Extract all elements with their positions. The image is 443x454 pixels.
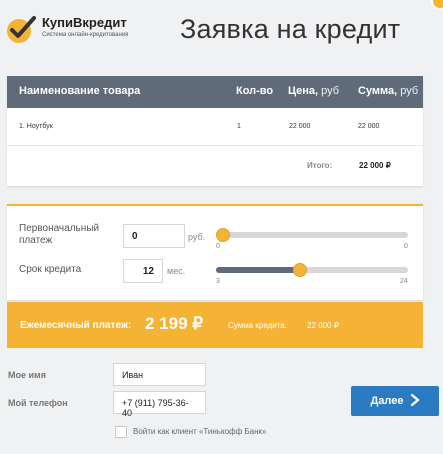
credit-sum-value: 22 000 ₽ xyxy=(307,321,339,330)
term-label: Срок кредита xyxy=(19,264,82,275)
term-max: 24 xyxy=(400,278,408,285)
name-label: Мое имя xyxy=(8,370,46,380)
column-sum: Сумма, xyxy=(358,85,398,97)
down-payment-slider[interactable] xyxy=(216,232,408,238)
row-price: 22 000 xyxy=(289,123,311,130)
brand-name: КупиВкредит xyxy=(42,15,127,30)
total-value: 22 000 ₽ xyxy=(359,161,391,170)
table-header: Наименование товара Кол-во Цена, руб Сум… xyxy=(7,76,423,108)
payment-summary: Ежемесячный платеж: 2 199 ₽ Сумма кредит… xyxy=(7,302,423,348)
column-price: Цена, xyxy=(288,85,319,97)
column-price-unit: руб xyxy=(321,85,340,97)
monthly-payment-value: 2 199 ₽ xyxy=(145,314,204,333)
credit-calculator: Первоначальный платеж 0 руб. 0 0 Срок кр… xyxy=(7,204,423,300)
phone-input[interactable]: +7 (911) 795-36-40 xyxy=(113,391,206,418)
phone-label: Мой телефон xyxy=(8,398,68,408)
chevron-right-icon xyxy=(410,393,420,409)
down-payment-slider-thumb[interactable] xyxy=(216,228,230,242)
corner-badge-icon[interactable] xyxy=(431,0,443,10)
name-input[interactable]: Иван xyxy=(113,363,206,386)
row-qty: 1 xyxy=(237,123,241,130)
brand-tagline: Система онлайн-кредитования xyxy=(42,32,129,38)
logo[interactable]: КупиВкредит Система онлайн-кредитования xyxy=(4,12,128,46)
monthly-payment-label: Ежемесячный платеж: xyxy=(20,320,132,331)
term-input[interactable]: 12 xyxy=(123,259,163,283)
term-min: 3 xyxy=(216,278,220,285)
term-slider-thumb[interactable] xyxy=(292,263,307,277)
page-title: Заявка на кредит xyxy=(180,14,401,44)
next-button[interactable]: Далее xyxy=(351,386,439,416)
column-qty: Кол-во xyxy=(236,85,274,97)
row-product-name: 1. Ноутбук xyxy=(19,123,53,130)
term-slider-fill xyxy=(216,267,300,273)
column-product: Наименование товара xyxy=(19,85,141,97)
order-table: Наименование товара Кол-во Цена, руб Сум… xyxy=(7,76,423,186)
down-payment-input[interactable]: 0 xyxy=(123,224,185,248)
down-payment-max: 0 xyxy=(404,243,408,250)
table-row: 1. Ноутбук 1 22 000 22 000 xyxy=(7,108,423,146)
total-row: Итого: 22 000 ₽ xyxy=(7,154,423,180)
column-sum-unit: руб xyxy=(400,85,419,97)
down-payment-label: Первоначальный платеж xyxy=(19,223,100,246)
down-payment-min: 0 xyxy=(216,243,220,250)
credit-sum-label: Сумма кредита: xyxy=(228,321,287,330)
total-label: Итого: xyxy=(307,161,333,170)
down-payment-unit: руб. xyxy=(188,232,206,242)
checkmark-logo-icon xyxy=(4,12,38,46)
header: КупиВкредит Система онлайн-кредитования … xyxy=(0,0,443,62)
tinkoff-checkbox-label: Войти как клиент «Тинькофф Банк» xyxy=(133,427,267,436)
next-button-label: Далее xyxy=(370,395,404,407)
term-unit: мес. xyxy=(167,266,186,276)
tinkoff-checkbox[interactable] xyxy=(115,426,127,438)
row-sum: 22 000 xyxy=(358,123,380,130)
